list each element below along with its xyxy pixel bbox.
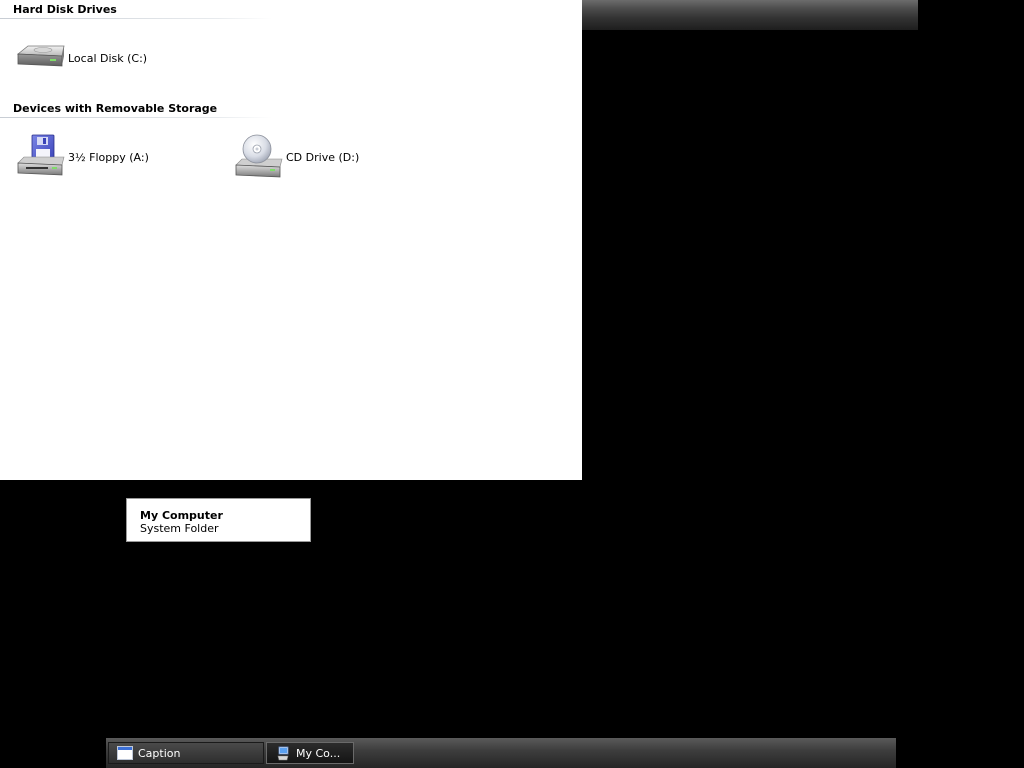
drive-label: CD Drive (D:) — [286, 150, 360, 164]
my-computer-icon — [275, 746, 291, 761]
tooltip: My Computer System Folder — [126, 498, 311, 542]
group-divider — [0, 18, 272, 19]
drive-label: Local Disk (C:) — [68, 51, 148, 65]
explorer-window: Hard Disk Drives Local Disk (C:) Devices… — [0, 0, 582, 480]
drive-label: 3½ Floppy (A:) — [68, 150, 149, 164]
floppy-drive-icon — [16, 133, 68, 181]
hard-disk-icon — [16, 34, 68, 82]
group-header-hard-disk-drives: Hard Disk Drives — [13, 3, 117, 16]
taskbar-button-my-computer[interactable]: My Co... — [266, 742, 354, 764]
taskbar-button-label: My Co... — [296, 746, 341, 760]
taskbar-button-label: Caption — [138, 746, 181, 760]
drive-cd-d[interactable]: CD Drive (D:) — [234, 133, 359, 181]
drive-local-disk-c[interactable]: Local Disk (C:) — [16, 34, 147, 82]
group-header-removable-storage: Devices with Removable Storage — [13, 102, 218, 115]
taskbar: Caption My Co... — [106, 738, 896, 768]
drive-floppy-a[interactable]: 3½ Floppy (A:) — [16, 133, 149, 181]
tooltip-subtitle: System Folder — [140, 522, 219, 535]
cd-drive-icon — [234, 133, 286, 181]
group-divider — [0, 117, 272, 118]
taskbar-button-caption[interactable]: Caption — [108, 742, 264, 764]
window-title-strip — [582, 0, 918, 30]
window-icon — [117, 746, 133, 760]
tooltip-title: My Computer — [140, 509, 223, 522]
